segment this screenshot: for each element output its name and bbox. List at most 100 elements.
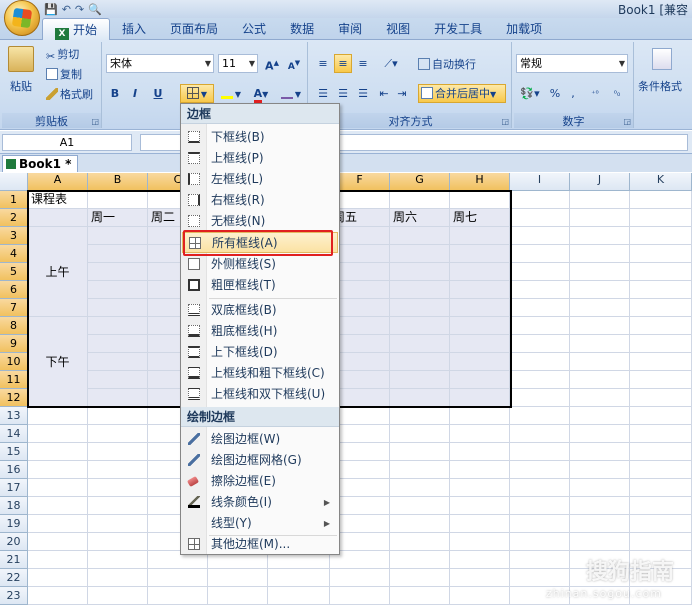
dialog-launcher-icon[interactable]: ◲ (501, 117, 509, 126)
grid-cell[interactable] (88, 587, 148, 605)
grid-cell[interactable] (450, 353, 510, 371)
menu-item-all-borders[interactable]: 所有框线(A) (182, 232, 338, 253)
grid-cell[interactable] (630, 335, 692, 353)
grid-cell[interactable] (510, 497, 570, 515)
grid-cell[interactable] (570, 371, 630, 389)
menu-item-draw-border-grid[interactable]: 绘图边框网格(G) (182, 450, 338, 471)
cell-b2[interactable]: 周一 (88, 209, 148, 227)
grid-cell[interactable] (450, 317, 510, 335)
row-header[interactable]: 17 (0, 479, 28, 497)
menu-item-top-bottom-border[interactable]: 上下框线(D) (182, 342, 338, 363)
grid-cell[interactable] (450, 515, 510, 533)
grid-cell[interactable] (390, 569, 450, 587)
align-top-icon[interactable]: ≡ (314, 54, 332, 73)
dialog-launcher-icon[interactable]: ◲ (623, 117, 631, 126)
grid-cell[interactable] (450, 299, 510, 317)
row-header[interactable]: 7 (0, 299, 28, 317)
grid-cell[interactable] (390, 425, 450, 443)
row-header[interactable]: 23 (0, 587, 28, 605)
grid-cell[interactable] (450, 263, 510, 281)
grid-cell[interactable] (510, 209, 570, 227)
grid-cell[interactable] (390, 533, 450, 551)
row-header[interactable]: 12 (0, 389, 28, 407)
grid-cell[interactable] (330, 569, 390, 587)
grid-cell[interactable] (148, 587, 208, 605)
grid-cell[interactable] (88, 263, 148, 281)
grid-cell[interactable] (510, 461, 570, 479)
grid-cell[interactable] (510, 533, 570, 551)
grid-cell[interactable] (630, 227, 692, 245)
italic-button[interactable]: I (126, 84, 144, 103)
select-all-corner[interactable] (0, 173, 28, 191)
increase-decimal-icon[interactable]: ⁺⁰ (586, 84, 604, 103)
grid-cell[interactable] (510, 371, 570, 389)
column-header[interactable]: I (510, 173, 570, 191)
grid-cell[interactable] (28, 497, 88, 515)
grid-cell[interactable] (570, 191, 630, 209)
grid-cell[interactable] (88, 227, 148, 245)
grid-cell[interactable] (630, 533, 692, 551)
grid-cell[interactable] (510, 425, 570, 443)
grid-cell[interactable] (630, 371, 692, 389)
print-preview-icon[interactable]: 🔍 (88, 3, 102, 16)
grid-cell[interactable] (28, 443, 88, 461)
menu-item-line-color[interactable]: 线条颜色(I) ▶ (182, 492, 338, 513)
grid-cell[interactable] (570, 245, 630, 263)
row-header[interactable]: 22 (0, 569, 28, 587)
wrap-text-button[interactable]: 自动换行 (418, 56, 476, 72)
worksheet[interactable]: A B C D E F G H I J K 123456789101112131… (0, 173, 692, 608)
grid-cell[interactable] (570, 479, 630, 497)
redo-icon[interactable]: ↷ (75, 3, 84, 16)
menu-item-more-borders[interactable]: 其他边框(M)... (182, 534, 338, 555)
menu-item-erase-border[interactable]: 擦除边框(E) (182, 471, 338, 492)
menu-item-double-bottom-border[interactable]: 双底框线(B) (182, 300, 338, 321)
grid-cell[interactable] (88, 533, 148, 551)
row-header[interactable]: 6 (0, 281, 28, 299)
tab-view[interactable]: 视图 (374, 18, 422, 40)
grid-cell[interactable] (88, 317, 148, 335)
cell-g2[interactable]: 周六 (390, 209, 450, 227)
grid-cell[interactable] (630, 479, 692, 497)
name-box[interactable]: A1 (2, 134, 132, 151)
column-header[interactable]: J (570, 173, 630, 191)
tab-data[interactable]: 数据 (278, 18, 326, 40)
grid-cell[interactable] (630, 461, 692, 479)
font-color-button[interactable]: A▼ (248, 84, 274, 103)
grid-cell[interactable] (450, 461, 510, 479)
menu-item-draw-border[interactable]: 绘图边框(W) (182, 429, 338, 450)
row-header[interactable]: 9 (0, 335, 28, 353)
fill-color-button[interactable]: ▼ (216, 84, 246, 103)
grid-cell[interactable] (570, 209, 630, 227)
grid-cell[interactable] (28, 515, 88, 533)
increase-indent-icon[interactable]: ⇥ (394, 84, 410, 103)
orientation-icon[interactable]: ⟋▾ (376, 54, 406, 73)
decrease-decimal-icon[interactable]: ⁰₀ (608, 84, 626, 103)
grid-cell[interactable] (88, 497, 148, 515)
grid-cell[interactable] (570, 461, 630, 479)
row-header[interactable]: 11 (0, 371, 28, 389)
tab-page-layout[interactable]: 页面布局 (158, 18, 230, 40)
shrink-font-button[interactable]: A▼ (284, 54, 304, 73)
menu-item-right-border[interactable]: 右框线(R) (182, 190, 338, 211)
conditional-format-button[interactable]: 条件格式 (638, 78, 682, 94)
grid-cell[interactable] (88, 371, 148, 389)
grid-cell[interactable] (28, 587, 88, 605)
row-header[interactable]: 3 (0, 227, 28, 245)
grid-cell[interactable] (570, 353, 630, 371)
grid-cell[interactable] (390, 335, 450, 353)
column-header[interactable]: B (88, 173, 148, 191)
grid-cell[interactable] (390, 281, 450, 299)
grid-cell[interactable] (88, 551, 148, 569)
menu-item-no-border[interactable]: 无框线(N) (182, 211, 338, 232)
grid-cell[interactable] (510, 281, 570, 299)
merge-center-button[interactable]: 合并后居中▼ (418, 84, 506, 103)
tab-formulas[interactable]: 公式 (230, 18, 278, 40)
grid-cell[interactable] (88, 425, 148, 443)
grid-cell[interactable] (570, 497, 630, 515)
grid-cell[interactable] (88, 407, 148, 425)
tab-developer[interactable]: 开发工具 (422, 18, 494, 40)
cell-a1[interactable]: 课程表 (28, 191, 88, 209)
grid-cell[interactable] (450, 551, 510, 569)
format-painter-button[interactable]: 格式刷 (46, 86, 93, 102)
grid-cell[interactable] (28, 551, 88, 569)
